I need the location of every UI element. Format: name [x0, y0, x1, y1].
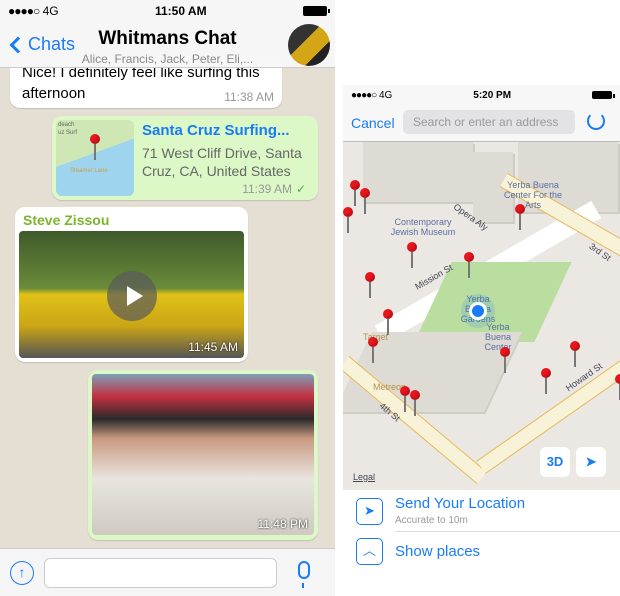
status-bar: ●●●●○ 4G 5:20 PM: [343, 85, 620, 105]
map-pin-icon[interactable]: [615, 374, 620, 400]
current-location-dot: [469, 302, 487, 320]
map-pin-icon[interactable]: [365, 272, 375, 298]
map-pin-icon: [90, 134, 100, 160]
network-type: 4G: [378, 89, 393, 101]
location-map-thumbnail[interactable]: deach uz Surf Steamer Lane: [56, 120, 134, 196]
send-location-button[interactable]: Send Your Location: [395, 495, 525, 512]
video-thumbnail[interactable]: 11:45 AM: [19, 231, 244, 358]
map-pin-icon[interactable]: [368, 337, 378, 363]
map-label: Yerba Buena Center For the Arts: [503, 180, 563, 210]
address-search-input[interactable]: Search or enter an address: [403, 110, 575, 134]
map-pin-icon[interactable]: [407, 242, 417, 268]
map-pin-icon[interactable]: [410, 390, 420, 416]
cancel-button[interactable]: Cancel: [351, 115, 395, 131]
status-time: 11:50 AM: [155, 4, 207, 18]
map-pin-icon[interactable]: [360, 188, 370, 214]
back-button[interactable]: Chats: [8, 34, 75, 55]
photo-thumbnail[interactable]: 11:48 PM: [92, 374, 314, 535]
map-pin-icon[interactable]: [464, 252, 474, 278]
message-time: 11:48 PM: [257, 517, 308, 531]
signal-icon: ●●●●○: [8, 4, 40, 18]
map-view[interactable]: Contemporary Jewish Museum Yerba Buena C…: [343, 142, 620, 490]
map-pin-icon[interactable]: [570, 341, 580, 367]
map-label: Yerba Buena Center: [484, 322, 512, 352]
legal-link[interactable]: Legal: [353, 472, 375, 482]
back-label: Chats: [28, 34, 76, 54]
show-places-button[interactable]: Show places: [395, 543, 480, 560]
message-time: 11:38 AM: [224, 90, 274, 104]
location-picker-screen: ●●●●○ 4G 5:20 PM Cancel Search or enter …: [343, 85, 620, 596]
map-pin-icon[interactable]: [500, 347, 510, 373]
map-pin-icon[interactable]: [515, 204, 525, 230]
location-title[interactable]: Santa Cruz Surfing...: [142, 122, 290, 139]
map-pin-icon[interactable]: [350, 180, 360, 206]
map-pin-icon[interactable]: [343, 207, 353, 233]
video-bubble[interactable]: Steve Zissou 11:45 AM: [15, 207, 248, 362]
refresh-icon[interactable]: [587, 112, 605, 130]
map-label: uz Surf: [58, 130, 78, 136]
battery-icon: [592, 91, 615, 99]
map-label: deach: [58, 122, 75, 128]
3d-button[interactable]: 3D: [540, 447, 570, 477]
status-bar: ●●●●○ 4G 11:50 AM: [0, 0, 335, 22]
location-bubble[interactable]: deach uz Surf Steamer Lane Santa Cruz Su…: [52, 116, 318, 200]
input-bar: ↑: [0, 548, 335, 596]
chat-header: ●●●●○ 4G 11:50 AM Whitmans Chat Alice, F…: [0, 0, 335, 68]
microphone-icon[interactable]: [298, 561, 310, 588]
location-arrow-icon[interactable]: ➤: [576, 447, 606, 477]
signal-icon: ●●●●○: [351, 89, 377, 101]
message-input[interactable]: [44, 558, 277, 588]
map-pin-icon[interactable]: [383, 309, 393, 335]
map-pin-icon[interactable]: [541, 368, 551, 394]
location-address: 71 West Cliff Drive, Santa Cruz, CA, Uni…: [142, 145, 302, 179]
map-pin-icon[interactable]: [400, 386, 410, 412]
status-time: 5:20 PM: [473, 89, 512, 101]
map-label: Steamer Lane: [70, 168, 108, 174]
message-time: 11:39 AM: [242, 182, 292, 196]
accuracy-text: Accurate to 10m: [395, 515, 468, 526]
group-avatar[interactable]: [288, 24, 330, 66]
map-label: Contemporary Jewish Museum: [390, 217, 456, 237]
message-time: 11:45 AM: [188, 340, 238, 354]
location-header: ●●●●○ 4G 5:20 PM Cancel Search or enter …: [343, 85, 620, 142]
image-bubble[interactable]: 11:48 PM: [88, 370, 318, 540]
network-type: 4G: [42, 4, 59, 18]
location-arrow-icon[interactable]: ➤: [356, 498, 383, 525]
chevron-up-icon[interactable]: ︿: [356, 538, 383, 565]
play-icon[interactable]: [107, 271, 157, 321]
chevron-left-icon: [9, 36, 27, 53]
battery-icon: [302, 6, 330, 16]
read-check-icon: ✓: [295, 182, 306, 196]
divider: [395, 531, 620, 532]
sender-name: Steve Zissou: [23, 212, 110, 228]
attach-button[interactable]: ↑: [10, 561, 34, 585]
building: [363, 142, 473, 202]
chat-screen: Nice! I definitely feel like surfing thi…: [0, 0, 335, 596]
